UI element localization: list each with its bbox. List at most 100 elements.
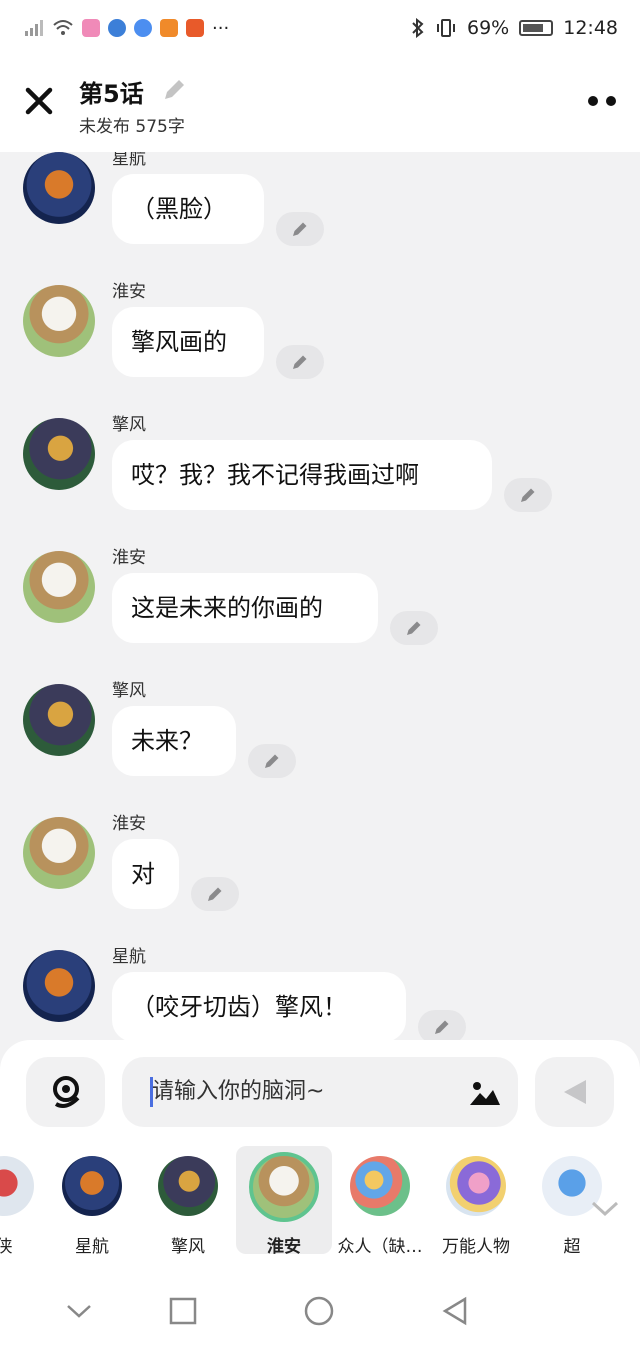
nav-hide-button[interactable] bbox=[62, 1294, 96, 1328]
vibrate-icon bbox=[437, 19, 455, 37]
story-input[interactable]: 请输入你的脑洞~ bbox=[122, 1057, 518, 1127]
voice-button[interactable] bbox=[26, 1057, 105, 1127]
character-label: 众人（缺… bbox=[337, 1237, 423, 1257]
character-option[interactable]: 万能人物 bbox=[428, 1146, 524, 1257]
nav-home-button[interactable] bbox=[302, 1294, 336, 1328]
character-option[interactable]: 众人（缺… bbox=[332, 1146, 428, 1257]
character-avatar bbox=[158, 1156, 218, 1216]
insert-image-button[interactable] bbox=[468, 1079, 502, 1107]
speaker-name: 擎风 bbox=[112, 415, 146, 435]
status-bar-right: 69% 12:48 bbox=[411, 17, 618, 39]
header: 第5话 未发布 575字 bbox=[0, 56, 640, 152]
message-bubble[interactable]: 哎？我？我不记得我画过啊 bbox=[112, 440, 492, 510]
back-triangle-icon bbox=[442, 1296, 467, 1326]
character-avatar bbox=[0, 1156, 34, 1216]
character-label: 侠 bbox=[0, 1237, 13, 1257]
edit-message-button[interactable] bbox=[504, 478, 552, 512]
character-avatar bbox=[249, 1152, 319, 1222]
character-avatar bbox=[62, 1156, 122, 1216]
pencil-icon bbox=[435, 1020, 449, 1034]
avatar[interactable] bbox=[23, 817, 95, 889]
pencil-icon bbox=[293, 355, 307, 369]
close-icon bbox=[25, 87, 53, 115]
pencil-icon bbox=[293, 222, 307, 236]
more-dots-icon bbox=[588, 96, 598, 106]
chat-message: 擎风 未来？ bbox=[0, 681, 640, 804]
message-bubble[interactable]: （黑脸） bbox=[112, 174, 264, 244]
chat-area[interactable]: 星航 （黑脸） 淮安 擎风画的 擎风 哎？我？我不记得我画过啊 淮安 这是未来的你画的 擎风 未来… bbox=[0, 152, 640, 1042]
message-bubble[interactable]: （咬牙切齿）擎风！ bbox=[112, 972, 406, 1042]
nav-recents-button[interactable] bbox=[166, 1294, 200, 1328]
send-icon bbox=[563, 1080, 586, 1104]
chat-message: 星航 （咬牙切齿）擎风！ bbox=[0, 947, 640, 1042]
pencil-icon bbox=[208, 887, 222, 901]
title-edit-button[interactable] bbox=[160, 76, 188, 104]
bluetooth-icon bbox=[412, 18, 424, 38]
avatar[interactable] bbox=[23, 950, 95, 1022]
avatar[interactable] bbox=[23, 152, 95, 224]
input-placeholder: 请输入你的脑洞~ bbox=[152, 1079, 325, 1104]
pencil-icon bbox=[165, 80, 184, 99]
avatar[interactable] bbox=[23, 285, 95, 357]
edit-message-button[interactable] bbox=[418, 1010, 466, 1042]
episode-status: 未发布 575字 bbox=[79, 117, 185, 137]
music-icon bbox=[134, 19, 152, 37]
input-bar: 请输入你的脑洞~ bbox=[0, 1040, 640, 1150]
character-option[interactable]: 侠 bbox=[0, 1146, 52, 1257]
app-notification-icon bbox=[186, 19, 204, 37]
system-nav-bar bbox=[0, 1270, 640, 1351]
character-option[interactable]: 淮安 bbox=[236, 1146, 332, 1257]
pencil-icon bbox=[407, 621, 421, 635]
avatar[interactable] bbox=[23, 418, 95, 490]
speaker-name: 星航 bbox=[112, 947, 146, 967]
avatar[interactable] bbox=[23, 551, 95, 623]
speaker-name: 淮安 bbox=[112, 282, 146, 302]
message-bubble[interactable]: 对 bbox=[112, 839, 179, 909]
edit-message-button[interactable] bbox=[248, 744, 296, 778]
character-option[interactable]: 星航 bbox=[44, 1146, 140, 1257]
character-label: 超 bbox=[563, 1237, 581, 1257]
pencil-icon bbox=[521, 488, 535, 502]
message-bubble[interactable]: 这是未来的你画的 bbox=[112, 573, 378, 643]
character-label: 擎风 bbox=[171, 1237, 205, 1257]
signal-icon bbox=[25, 20, 43, 36]
square-icon bbox=[169, 1297, 197, 1325]
edit-message-button[interactable] bbox=[276, 212, 324, 246]
image-icon bbox=[470, 1082, 500, 1105]
chat-message: 擎风哎？我？我不记得我画过啊 bbox=[0, 415, 640, 538]
edit-message-button[interactable] bbox=[390, 611, 438, 645]
app-notification-icon bbox=[82, 19, 100, 37]
chat-message: 淮安对 bbox=[0, 814, 640, 937]
chat-message: 淮安 擎风画的 bbox=[0, 282, 640, 405]
speaker-name: 星航 bbox=[112, 152, 146, 169]
character-label: 淮安 bbox=[267, 1237, 301, 1257]
message-bubble[interactable]: 未来？ bbox=[112, 706, 236, 776]
more-dots-icon bbox=[606, 96, 616, 106]
avatar[interactable] bbox=[23, 684, 95, 756]
character-picker: 超 万能人物 众人（缺… 淮安 擎风 星航 侠 bbox=[0, 1140, 640, 1270]
circle-icon bbox=[304, 1296, 334, 1326]
page-title[interactable]: 第5话 bbox=[79, 74, 144, 109]
close-button[interactable] bbox=[22, 84, 56, 118]
character-avatar bbox=[350, 1156, 410, 1216]
character-option[interactable]: 擎风 bbox=[140, 1146, 236, 1257]
edit-message-button[interactable] bbox=[191, 877, 239, 911]
character-label: 星航 bbox=[75, 1237, 109, 1257]
chevron-down-icon bbox=[591, 1201, 619, 1217]
pencil-icon bbox=[265, 754, 279, 768]
more-button[interactable] bbox=[588, 96, 616, 106]
more-notifications: ··· bbox=[212, 17, 230, 39]
chat-message: 淮安 这是未来的你画的 bbox=[0, 548, 640, 671]
battery-percent: 69% bbox=[467, 17, 510, 39]
nav-back-button[interactable] bbox=[438, 1294, 472, 1328]
battery-icon bbox=[519, 20, 554, 36]
status-bar-left: ··· bbox=[24, 18, 229, 39]
chat-message: 星航 （黑脸） bbox=[0, 152, 640, 272]
wifi-icon bbox=[53, 20, 73, 35]
edit-message-button[interactable] bbox=[276, 345, 324, 379]
expand-characters-button[interactable] bbox=[590, 1198, 620, 1218]
status-bar: ··· 69% 12:48 bbox=[0, 0, 640, 56]
video-app-icon bbox=[160, 19, 178, 37]
message-bubble[interactable]: 擎风画的 bbox=[112, 307, 264, 377]
send-button[interactable] bbox=[535, 1057, 614, 1127]
